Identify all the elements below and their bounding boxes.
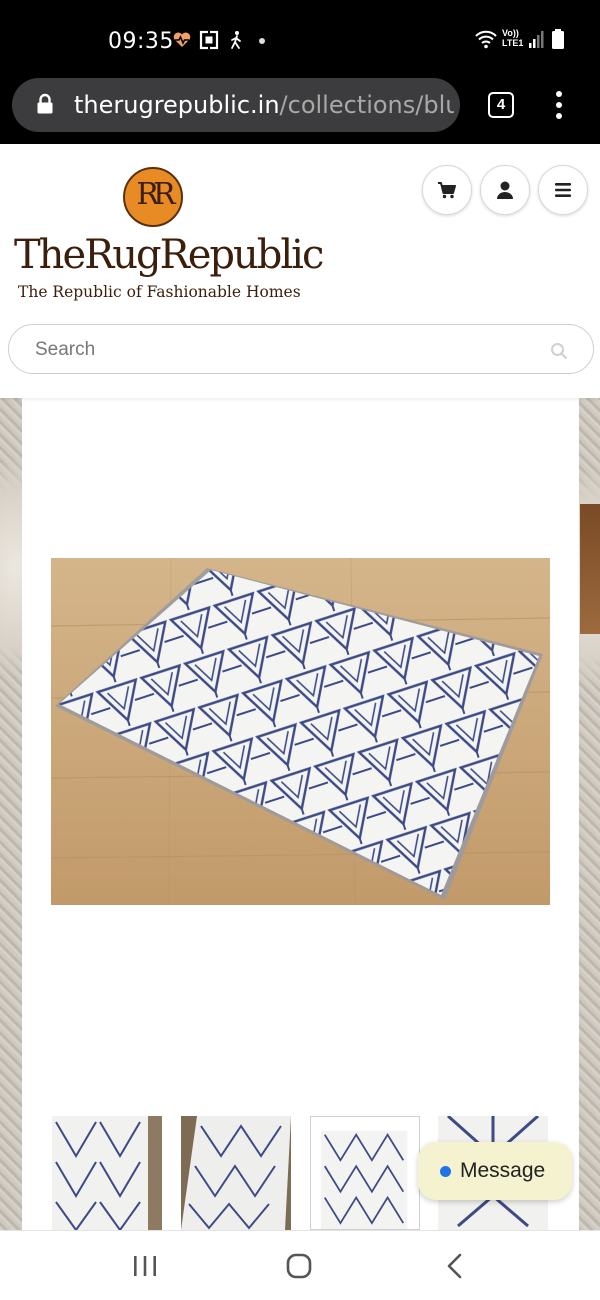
android-nav-bar: [0, 1230, 600, 1300]
tab-switcher-button[interactable]: 4: [488, 92, 514, 118]
home-icon[interactable]: [284, 1253, 314, 1279]
status-time: 09:35: [108, 29, 174, 54]
rug-photo: [51, 558, 550, 905]
recent-apps-icon[interactable]: [130, 1253, 160, 1279]
search-input[interactable]: [35, 337, 515, 363]
message-label: Message: [460, 1159, 546, 1182]
logo-name[interactable]: TheRugRepublic: [14, 232, 324, 278]
walking-icon: [231, 31, 241, 49]
product-main-image[interactable]: [51, 558, 550, 905]
rug-thumbnail-3[interactable]: [310, 1116, 420, 1230]
message-chat-button[interactable]: Message: [418, 1142, 572, 1200]
browser-menu-icon[interactable]: [548, 90, 570, 120]
cart-icon: [438, 182, 456, 199]
url-text[interactable]: therugrepublic.in/collections/blu: [74, 91, 454, 119]
network-label: Vo)) LTE1: [502, 28, 524, 48]
search-icon[interactable]: [550, 342, 568, 360]
heart-rate-icon: [173, 32, 191, 47]
lock-icon: [37, 93, 53, 114]
tab-count: 4: [496, 96, 506, 113]
thumbnail-image: [52, 1116, 162, 1230]
browser-toolbar: therugrepublic.in/collections/blu 4: [0, 78, 600, 144]
logo-tagline: The Republic of Fashionable Homes: [18, 283, 301, 301]
volte-lte-icon: Vo)) LTE1: [502, 28, 526, 50]
address-bar[interactable]: therugrepublic.in/collections/blu: [12, 78, 460, 132]
cart-button[interactable]: [422, 165, 472, 215]
status-bar: 09:35 Vo)) LTE1: [0, 0, 600, 78]
online-dot-icon: [440, 1166, 451, 1177]
url-path: /collections/blu: [279, 91, 454, 119]
back-icon[interactable]: [440, 1253, 470, 1279]
background-furniture: [580, 504, 600, 634]
account-icon: [497, 181, 513, 199]
search-box[interactable]: [8, 324, 594, 374]
rug-thumbnail-1[interactable]: [52, 1116, 162, 1230]
notification-dot-icon: [259, 38, 265, 44]
logo-emblem[interactable]: RR: [123, 167, 183, 227]
site-header: RR TheRugRepublic The Republic of Fashio…: [0, 144, 600, 398]
rug-thumbnail-2[interactable]: [181, 1116, 291, 1230]
menu-button[interactable]: [538, 165, 588, 215]
signal-icon: [529, 31, 544, 48]
url-host: therugrepublic.in: [74, 91, 280, 119]
thumbnail-image: [311, 1117, 419, 1229]
screenshot-icon: [199, 30, 219, 50]
thumbnail-image: [181, 1116, 291, 1230]
logo-monogram: RR: [136, 177, 175, 212]
battery-icon: [552, 29, 564, 49]
account-button[interactable]: [480, 165, 530, 215]
wifi-icon: [475, 30, 497, 49]
menu-icon: [555, 183, 571, 197]
web-page: RR TheRugRepublic The Republic of Fashio…: [0, 144, 600, 1230]
